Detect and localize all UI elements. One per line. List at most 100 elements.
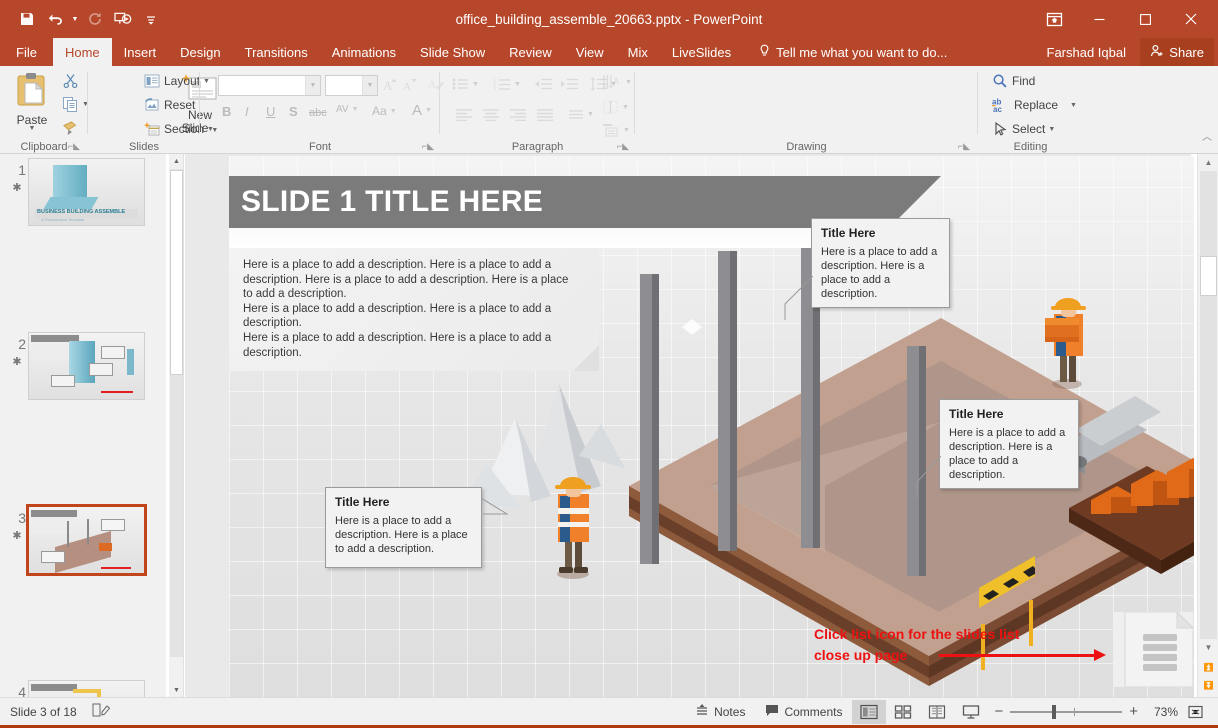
find-button[interactable]: Find	[992, 73, 1035, 89]
save-icon[interactable]	[14, 7, 40, 31]
next-slide-icon[interactable]: ⏬	[1200, 677, 1217, 693]
decrease-indent-button[interactable]	[534, 77, 553, 91]
replace-button[interactable]: abac Replace ▼	[992, 97, 1077, 113]
font-color-button[interactable]: A ▼	[412, 102, 432, 119]
zoom-slider-handle[interactable]	[1052, 705, 1056, 719]
fit-slide-to-window-button[interactable]	[1178, 700, 1212, 724]
align-text-caret-icon[interactable]: ▼	[622, 104, 629, 111]
tab-animations[interactable]: Animations	[320, 38, 408, 66]
text-shadow-button[interactable]: S	[289, 104, 298, 119]
tab-view[interactable]: View	[564, 38, 616, 66]
slide-thumbnail-3[interactable]: 3 ✱	[0, 502, 166, 589]
increase-font-size-button[interactable]: A	[383, 76, 398, 92]
format-painter-button[interactable]	[62, 120, 79, 137]
slide-thumbnail-2[interactable]: 2 ✱	[0, 328, 166, 415]
smartart-caret-icon[interactable]: ▼	[623, 127, 630, 134]
clipboard-dialog-launcher[interactable]: ⌐◣	[68, 141, 80, 152]
slide-title-banner[interactable]: SLIDE 1 TITLE HERE	[229, 176, 889, 228]
start-presentation-icon[interactable]	[110, 7, 136, 31]
zoom-out-button[interactable]: −	[994, 703, 1003, 720]
columns-button[interactable]: ▼	[568, 108, 594, 121]
increase-indent-button[interactable]	[560, 77, 579, 91]
replace-caret-icon[interactable]: ▼	[1070, 102, 1077, 109]
undo-icon[interactable]	[42, 7, 68, 31]
justify-button[interactable]	[536, 108, 554, 121]
ribbon-display-options-icon[interactable]	[1032, 0, 1076, 38]
font-name-input[interactable]: ▼	[218, 75, 321, 96]
slide-vertical-scrollbar[interactable]: ▲ ▼ ⏫ ⏬	[1197, 154, 1218, 697]
minimize-button[interactable]	[1076, 0, 1122, 38]
tab-mix[interactable]: Mix	[616, 38, 660, 66]
slide-panel-scroll-down-icon[interactable]: ▼	[170, 683, 183, 697]
select-caret-icon[interactable]: ▼	[1048, 126, 1055, 133]
notes-button[interactable]: Notes	[685, 699, 755, 725]
slide-preview-1[interactable]: BUSINESS BUILDING ASSEMBLE A Presentatio…	[28, 158, 145, 226]
drawing-dialog-launcher[interactable]: ⌐◣	[958, 141, 970, 152]
bold-button[interactable]: B	[222, 104, 231, 119]
paste-button[interactable]: Paste ▼	[6, 70, 58, 140]
tab-home[interactable]: Home	[53, 38, 112, 66]
slide-panel-scroll-thumb[interactable]	[170, 170, 183, 375]
paragraph-dialog-launcher[interactable]: ⌐◣	[617, 141, 629, 152]
redo-icon[interactable]	[82, 7, 108, 31]
font-size-input[interactable]: ▼	[325, 75, 378, 96]
text-direction-caret-icon[interactable]: ▼	[625, 79, 632, 86]
maximize-button[interactable]	[1122, 0, 1168, 38]
character-spacing-caret-icon[interactable]: ▼	[352, 106, 359, 113]
zoom-percentage[interactable]: 73%	[1144, 705, 1178, 719]
spell-check-icon[interactable]	[91, 702, 111, 721]
align-right-button[interactable]	[509, 108, 527, 121]
slide-preview-3[interactable]	[26, 504, 147, 576]
font-name-caret-icon[interactable]: ▼	[305, 76, 320, 95]
text-direction-button[interactable]: A ▼	[602, 74, 632, 90]
slide-preview-2[interactable]	[28, 332, 145, 400]
tab-design[interactable]: Design	[168, 38, 232, 66]
zoom-slider-track[interactable]	[1010, 711, 1122, 713]
callout-mid-right[interactable]: Title Here Here is a place to add a desc…	[939, 399, 1079, 489]
tab-file[interactable]: File	[0, 38, 53, 66]
slide-panel-scrollbar[interactable]: ▲ ▼	[169, 154, 184, 697]
customize-qat-icon[interactable]	[138, 7, 164, 31]
slide-thumbnail-panel[interactable]: 1 ✱ BUSINESS BUILDING ASSEMBLE A Present…	[0, 154, 166, 697]
previous-slide-icon[interactable]: ⏫	[1200, 659, 1217, 675]
character-spacing-button[interactable]: AV ▼	[336, 104, 359, 115]
cut-button[interactable]	[62, 72, 79, 89]
font-dialog-launcher[interactable]: ⌐◣	[422, 141, 434, 152]
bullets-button[interactable]: ▼	[452, 77, 479, 91]
strikethrough-button[interactable]: abc	[309, 107, 327, 119]
slide-panel-scroll-up-icon[interactable]: ▲	[170, 154, 183, 168]
align-center-button[interactable]	[482, 108, 500, 121]
decrease-font-size-button[interactable]: A	[403, 76, 418, 92]
slide-scroll-up-icon[interactable]: ▲	[1200, 154, 1217, 170]
columns-caret-icon[interactable]: ▼	[587, 111, 594, 118]
copy-button[interactable]: ▼	[62, 96, 89, 113]
comments-button[interactable]: Comments	[755, 699, 852, 725]
user-account-name[interactable]: Farshad Iqbal	[1047, 38, 1127, 66]
slide-scroll-thumb[interactable]	[1200, 256, 1217, 296]
share-button[interactable]: Share	[1140, 38, 1214, 66]
numbering-caret-icon[interactable]: ▼	[514, 81, 521, 88]
align-left-button[interactable]	[455, 108, 473, 121]
select-button[interactable]: Select ▼	[992, 121, 1055, 137]
font-size-caret-icon[interactable]: ▼	[362, 76, 377, 95]
slides-list-icon[interactable]	[1113, 612, 1193, 687]
slide-body-card[interactable]: Here is a place to add a description. He…	[229, 248, 599, 371]
collapse-ribbon-icon[interactable]: ︿	[1202, 128, 1212, 143]
zoom-in-button[interactable]: +	[1129, 703, 1138, 720]
zoom-control[interactable]: − +	[988, 703, 1144, 720]
change-case-button[interactable]: Aa ▼	[372, 104, 397, 118]
align-text-button[interactable]: ▼	[602, 99, 629, 115]
tab-liveslides[interactable]: LiveSlides	[660, 38, 743, 66]
slide-thumbnail-1[interactable]: 1 ✱ BUSINESS BUILDING ASSEMBLE A Present…	[0, 154, 166, 241]
bullets-caret-icon[interactable]: ▼	[472, 81, 479, 88]
undo-dropdown-caret[interactable]: ▼	[70, 7, 80, 31]
close-button[interactable]	[1168, 0, 1214, 38]
paste-caret-icon[interactable]: ▼	[6, 125, 58, 132]
change-case-caret-icon[interactable]: ▼	[390, 108, 397, 115]
slide-scroll-down-icon[interactable]: ▼	[1200, 639, 1217, 655]
slide-thumbnail-4[interactable]: 4 ✱	[0, 676, 166, 697]
tab-slide-show[interactable]: Slide Show	[408, 38, 497, 66]
reading-view-button[interactable]	[920, 700, 954, 724]
callout-bottom-left[interactable]: Title Here Here is a place to add a desc…	[325, 487, 482, 568]
italic-button[interactable]: I	[245, 104, 249, 119]
